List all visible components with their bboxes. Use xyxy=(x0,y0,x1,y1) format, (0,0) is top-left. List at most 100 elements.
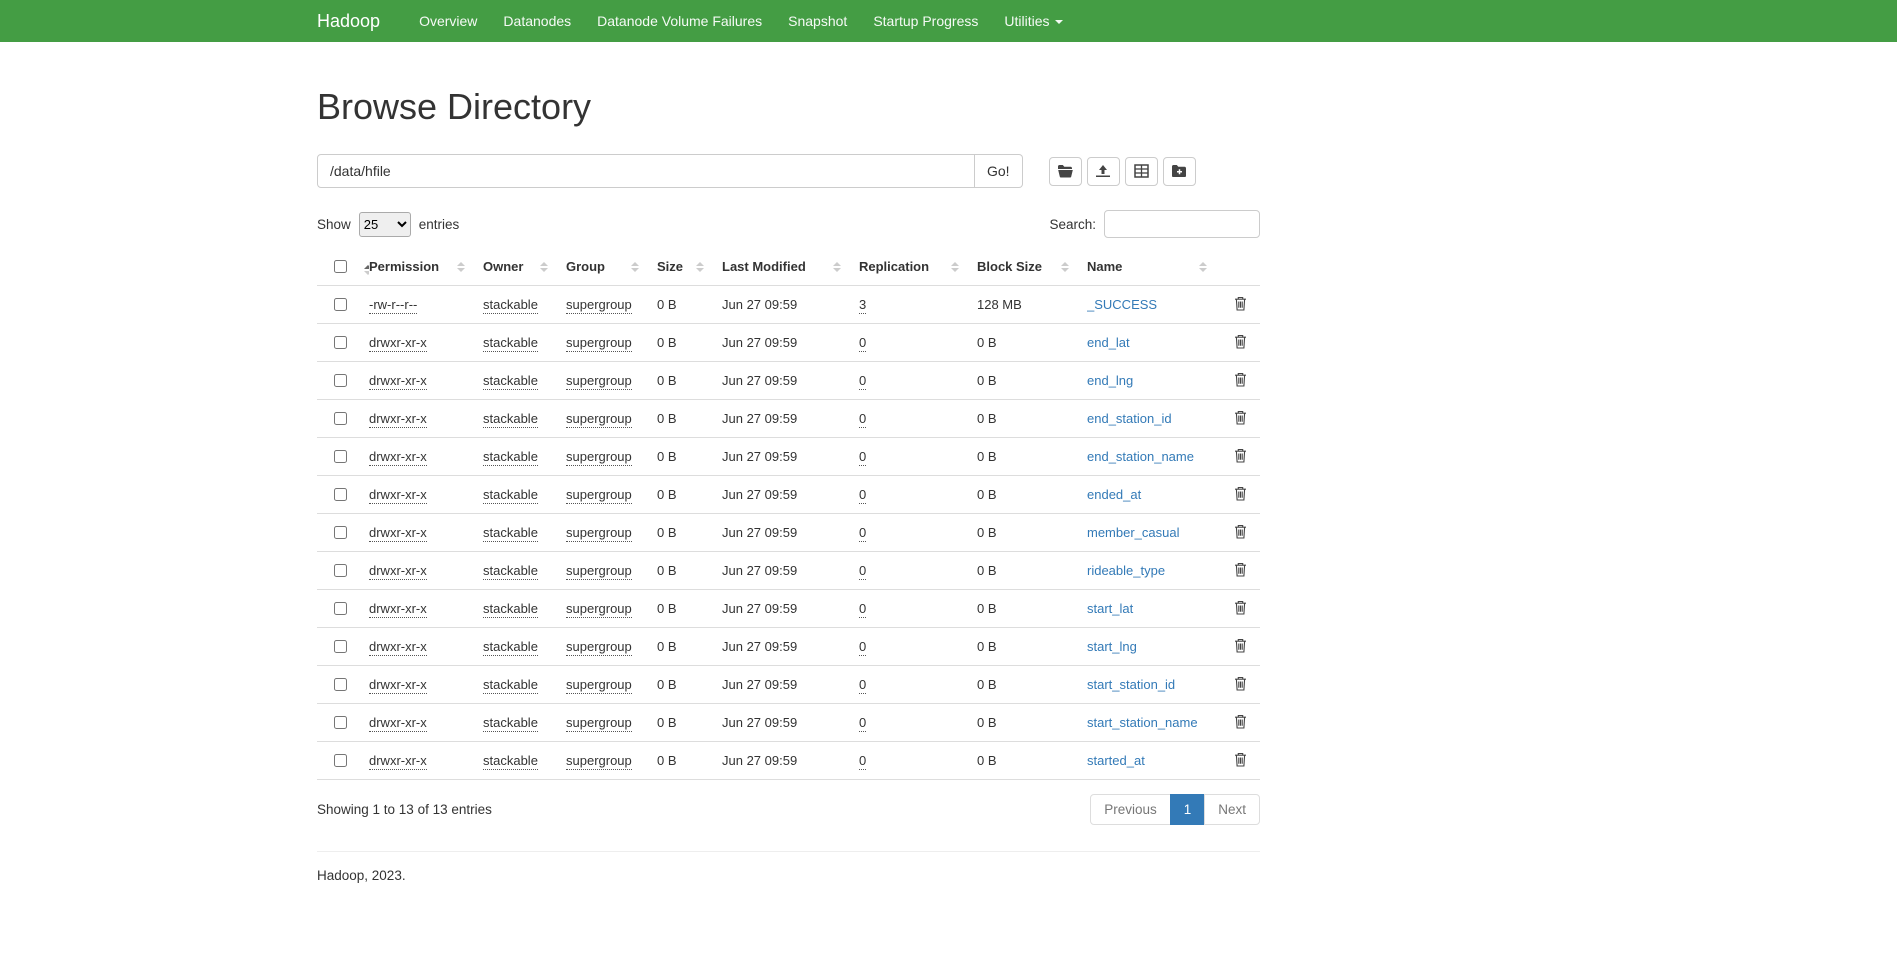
owner-value[interactable]: stackable xyxy=(483,449,538,466)
group-value[interactable]: supergroup xyxy=(566,335,632,352)
delete-icon[interactable] xyxy=(1234,372,1247,390)
select-all-checkbox[interactable] xyxy=(334,260,347,273)
row-checkbox[interactable] xyxy=(334,450,347,463)
owner-value[interactable]: stackable xyxy=(483,297,538,314)
header-group[interactable]: Group xyxy=(566,248,657,286)
file-link[interactable]: end_station_id xyxy=(1087,411,1172,426)
file-link[interactable]: end_lng xyxy=(1087,373,1133,388)
owner-value[interactable]: stackable xyxy=(483,411,538,428)
owner-value[interactable]: stackable xyxy=(483,373,538,390)
header-replication[interactable]: Replication xyxy=(859,248,977,286)
pagination-previous[interactable]: Previous xyxy=(1090,794,1171,825)
row-checkbox[interactable] xyxy=(334,488,347,501)
delete-icon[interactable] xyxy=(1234,714,1247,732)
header-name[interactable]: Name xyxy=(1087,248,1225,286)
replication-value[interactable]: 0 xyxy=(859,373,866,390)
pagination-page-1[interactable]: 1 xyxy=(1170,794,1206,825)
owner-value[interactable]: stackable xyxy=(483,335,538,352)
nav-item-startup-progress[interactable]: Startup Progress xyxy=(860,2,991,40)
pagination-next[interactable]: Next xyxy=(1204,794,1260,825)
folder-open-button[interactable] xyxy=(1049,157,1082,186)
owner-value[interactable]: stackable xyxy=(483,677,538,694)
row-checkbox[interactable] xyxy=(334,336,347,349)
replication-value[interactable]: 0 xyxy=(859,449,866,466)
file-link[interactable]: start_lng xyxy=(1087,639,1137,654)
header-size[interactable]: Size xyxy=(657,248,722,286)
group-value[interactable]: supergroup xyxy=(566,715,632,732)
schema-button[interactable] xyxy=(1125,157,1158,186)
brand-hadoop[interactable]: Hadoop xyxy=(317,11,380,32)
row-checkbox[interactable] xyxy=(334,412,347,425)
replication-value[interactable]: 0 xyxy=(859,677,866,694)
delete-icon[interactable] xyxy=(1234,562,1247,580)
permission-value[interactable]: drwxr-xr-x xyxy=(369,525,427,542)
delete-icon[interactable] xyxy=(1234,448,1247,466)
delete-icon[interactable] xyxy=(1234,486,1247,504)
group-value[interactable]: supergroup xyxy=(566,639,632,656)
upload-file-button[interactable] xyxy=(1087,157,1120,186)
file-link[interactable]: start_lat xyxy=(1087,601,1133,616)
go-button[interactable]: Go! xyxy=(975,154,1023,188)
permission-value[interactable]: drwxr-xr-x xyxy=(369,601,427,618)
owner-value[interactable]: stackable xyxy=(483,487,538,504)
group-value[interactable]: supergroup xyxy=(566,677,632,694)
row-checkbox[interactable] xyxy=(334,602,347,615)
group-value[interactable]: supergroup xyxy=(566,487,632,504)
owner-value[interactable]: stackable xyxy=(483,563,538,580)
file-link[interactable]: member_casual xyxy=(1087,525,1180,540)
delete-icon[interactable] xyxy=(1234,296,1247,314)
create-directory-button[interactable] xyxy=(1163,157,1196,186)
group-value[interactable]: supergroup xyxy=(566,525,632,542)
permission-value[interactable]: drwxr-xr-x xyxy=(369,487,427,504)
group-value[interactable]: supergroup xyxy=(566,753,632,770)
header-permission[interactable]: Permission xyxy=(369,248,483,286)
owner-value[interactable]: stackable xyxy=(483,601,538,618)
nav-item-overview[interactable]: Overview xyxy=(406,2,490,40)
delete-icon[interactable] xyxy=(1234,676,1247,694)
nav-item-snapshot[interactable]: Snapshot xyxy=(775,2,860,40)
row-checkbox[interactable] xyxy=(334,526,347,539)
replication-value[interactable]: 0 xyxy=(859,639,866,656)
permission-value[interactable]: drwxr-xr-x xyxy=(369,411,427,428)
permission-value[interactable]: drwxr-xr-x xyxy=(369,373,427,390)
file-link[interactable]: rideable_type xyxy=(1087,563,1165,578)
delete-icon[interactable] xyxy=(1234,752,1247,770)
owner-value[interactable]: stackable xyxy=(483,525,538,542)
permission-value[interactable]: drwxr-xr-x xyxy=(369,715,427,732)
file-link[interactable]: ended_at xyxy=(1087,487,1141,502)
replication-value[interactable]: 0 xyxy=(859,411,866,428)
row-checkbox[interactable] xyxy=(334,754,347,767)
replication-value[interactable]: 0 xyxy=(859,563,866,580)
replication-value[interactable]: 0 xyxy=(859,525,866,542)
permission-value[interactable]: drwxr-xr-x xyxy=(369,639,427,656)
replication-value[interactable]: 0 xyxy=(859,753,866,770)
replication-value[interactable]: 0 xyxy=(859,601,866,618)
file-link[interactable]: started_at xyxy=(1087,753,1145,768)
delete-icon[interactable] xyxy=(1234,638,1247,656)
owner-value[interactable]: stackable xyxy=(483,753,538,770)
permission-value[interactable]: drwxr-xr-x xyxy=(369,563,427,580)
owner-value[interactable]: stackable xyxy=(483,715,538,732)
row-checkbox[interactable] xyxy=(334,640,347,653)
file-link[interactable]: end_lat xyxy=(1087,335,1130,350)
permission-value[interactable]: drwxr-xr-x xyxy=(369,677,427,694)
replication-value[interactable]: 0 xyxy=(859,487,866,504)
delete-icon[interactable] xyxy=(1234,334,1247,352)
delete-icon[interactable] xyxy=(1234,600,1247,618)
group-value[interactable]: supergroup xyxy=(566,563,632,580)
file-link[interactable]: start_station_name xyxy=(1087,715,1198,730)
file-link[interactable]: end_station_name xyxy=(1087,449,1194,464)
permission-value[interactable]: drwxr-xr-x xyxy=(369,753,427,770)
file-link[interactable]: start_station_id xyxy=(1087,677,1175,692)
group-value[interactable]: supergroup xyxy=(566,411,632,428)
directory-path-input[interactable] xyxy=(317,154,975,188)
permission-value[interactable]: -rw-r--r-- xyxy=(369,297,417,314)
owner-value[interactable]: stackable xyxy=(483,639,538,656)
nav-item-datanode-volume-failures[interactable]: Datanode Volume Failures xyxy=(584,2,775,40)
row-checkbox[interactable] xyxy=(334,374,347,387)
header-last-modified[interactable]: Last Modified xyxy=(722,248,859,286)
permission-value[interactable]: drwxr-xr-x xyxy=(369,335,427,352)
delete-icon[interactable] xyxy=(1234,410,1247,428)
replication-value[interactable]: 0 xyxy=(859,715,866,732)
header-block-size[interactable]: Block Size xyxy=(977,248,1087,286)
